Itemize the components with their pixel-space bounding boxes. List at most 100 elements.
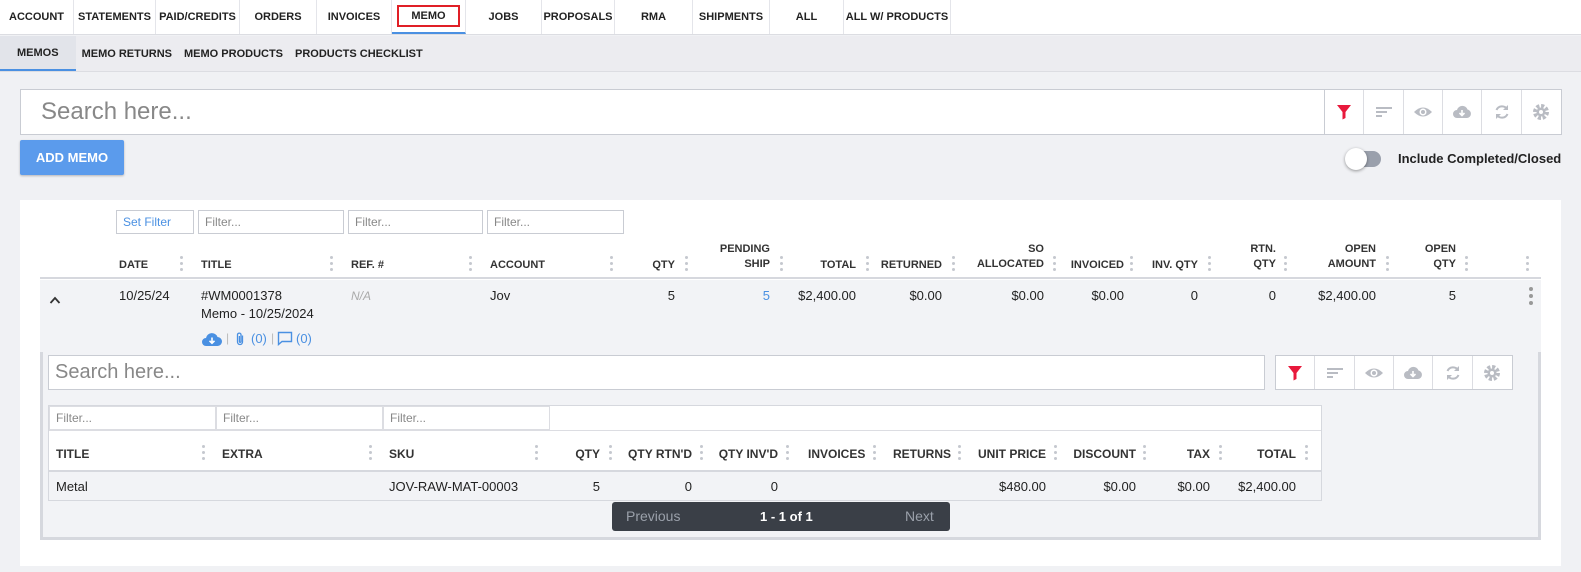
col-open-amount[interactable]: OPEN AMOUNT — [1300, 242, 1376, 272]
nested-refresh-button[interactable] — [1433, 356, 1473, 389]
nested-view-button[interactable] — [1355, 356, 1395, 389]
col-so-allocated[interactable]: SO ALLOCATED — [968, 242, 1044, 272]
col-invoiced[interactable]: INVOICED — [1064, 258, 1124, 273]
comment-icon[interactable] — [277, 331, 293, 346]
column-resize-handle[interactable] — [610, 256, 614, 274]
nested-download-button[interactable] — [1394, 356, 1434, 389]
attachments-count[interactable]: (0) — [251, 331, 267, 346]
nested-col-qty-invd[interactable]: QTY INV'D — [710, 447, 778, 462]
nested-col-qty-rtnd[interactable]: QTY RTN'D — [620, 447, 692, 462]
column-resize-handle[interactable] — [1054, 445, 1058, 463]
nested-col-sku[interactable]: SKU — [389, 447, 414, 462]
col-title[interactable]: TITLE — [201, 258, 232, 273]
settings-button[interactable] — [1522, 90, 1561, 134]
column-resize-handle[interactable] — [369, 445, 373, 463]
nested-col-total[interactable]: TOTAL — [1230, 447, 1296, 462]
ref-filter-input[interactable]: Filter... — [348, 210, 483, 234]
column-resize-handle[interactable] — [469, 256, 473, 274]
view-button[interactable] — [1404, 90, 1444, 134]
refresh-button[interactable] — [1482, 90, 1522, 134]
tab-memo[interactable]: MEMO — [392, 0, 466, 34]
nested-title-filter[interactable]: Filter... — [49, 406, 216, 430]
nested-col-qty[interactable]: QTY — [560, 447, 600, 462]
col-qty[interactable]: QTY — [640, 258, 675, 273]
tab-all-with-products[interactable]: ALL W/ PRODUCTS — [844, 0, 951, 34]
cloud-download-icon[interactable] — [201, 331, 223, 347]
tab-invoices[interactable]: INVOICES — [317, 0, 392, 34]
tab-jobs[interactable]: JOBS — [466, 0, 542, 34]
next-button[interactable]: Next — [905, 508, 934, 524]
col-date[interactable]: DATE — [119, 258, 148, 273]
nested-col-tax[interactable]: TAX — [1160, 447, 1210, 462]
tab-rma[interactable]: RMA — [615, 0, 693, 34]
column-resize-handle[interactable] — [1053, 256, 1057, 274]
download-button[interactable] — [1443, 90, 1483, 134]
subtab-products-checklist[interactable]: PRODUCTS CHECKLIST — [289, 36, 429, 71]
filter-button[interactable] — [1325, 90, 1365, 134]
column-resize-handle[interactable] — [866, 256, 870, 274]
column-resize-handle[interactable] — [1219, 445, 1223, 463]
nested-col-unit-price[interactable]: UNIT PRICE — [966, 447, 1046, 462]
nested-col-title[interactable]: TITLE — [56, 447, 89, 462]
column-resize-handle[interactable] — [535, 445, 539, 463]
col-total[interactable]: TOTAL — [800, 258, 856, 273]
row-menu-button[interactable] — [1529, 287, 1533, 308]
column-resize-handle[interactable] — [1305, 445, 1309, 463]
nested-sort-button[interactable] — [1315, 356, 1355, 389]
column-resize-handle[interactable] — [1465, 256, 1469, 274]
column-resize-handle[interactable] — [685, 256, 689, 274]
column-resize-handle[interactable] — [780, 256, 784, 274]
column-resize-handle[interactable] — [1208, 256, 1212, 274]
column-resize-handle[interactable] — [609, 445, 613, 463]
tab-statements[interactable]: STATEMENTS — [74, 0, 156, 34]
nested-search-input[interactable]: Search here... — [48, 355, 1265, 390]
column-resize-handle[interactable] — [786, 445, 790, 463]
nested-filter-button[interactable] — [1276, 356, 1316, 389]
tab-account[interactable]: ACCOUNT — [0, 0, 74, 34]
column-resize-handle[interactable] — [952, 256, 956, 274]
column-resize-handle[interactable] — [202, 445, 206, 463]
col-account[interactable]: ACCOUNT — [490, 258, 545, 273]
subtab-memo-products[interactable]: MEMO PRODUCTS — [178, 36, 289, 71]
include-completed-toggle[interactable] — [1345, 148, 1381, 170]
col-rtn-qty[interactable]: RTN. QTY — [1236, 242, 1276, 272]
col-inv-qty[interactable]: INV. QTY — [1140, 258, 1198, 273]
set-filter-button[interactable]: Set Filter — [116, 210, 194, 234]
add-memo-button[interactable]: ADD MEMO — [20, 140, 124, 175]
column-resize-handle[interactable] — [1284, 256, 1288, 274]
account-filter-input[interactable]: Filter... — [487, 210, 624, 234]
column-resize-handle[interactable] — [1526, 256, 1530, 274]
nested-extra-filter[interactable]: Filter... — [216, 406, 383, 430]
column-resize-handle[interactable] — [1386, 256, 1390, 274]
col-ref[interactable]: REF. # — [351, 258, 384, 273]
col-open-qty[interactable]: OPEN QTY — [1406, 242, 1456, 272]
tab-shipments[interactable]: SHIPMENTS — [693, 0, 770, 34]
tab-all[interactable]: ALL — [770, 0, 844, 34]
col-returned[interactable]: RETURNED — [876, 258, 942, 273]
nested-col-invoices[interactable]: INVOICES — [808, 447, 865, 462]
nested-col-discount[interactable]: DISCOUNT — [1064, 447, 1136, 462]
nested-sku-filter[interactable]: Filter... — [383, 406, 550, 430]
search-input[interactable]: Search here... — [20, 89, 1325, 135]
row-title-number[interactable]: #WM0001378 — [201, 288, 282, 303]
nested-col-returns[interactable]: RETURNS — [893, 447, 951, 462]
column-resize-handle[interactable] — [330, 256, 334, 274]
chevron-up-icon[interactable] — [49, 295, 61, 305]
column-resize-handle[interactable] — [873, 445, 877, 463]
column-resize-handle[interactable] — [1143, 445, 1147, 463]
subtab-memo-returns[interactable]: MEMO RETURNS — [76, 36, 178, 71]
nested-settings-button[interactable] — [1473, 356, 1512, 389]
row-pending-ship[interactable]: 5 — [712, 288, 770, 303]
tab-orders[interactable]: ORDERS — [240, 0, 317, 34]
subtab-memos[interactable]: MEMOS — [0, 36, 76, 71]
comments-count[interactable]: (0) — [296, 331, 312, 346]
col-pending-ship[interactable]: PENDING SHIP — [712, 242, 770, 272]
sort-button[interactable] — [1364, 90, 1404, 134]
title-filter-input[interactable]: Filter... — [198, 210, 344, 234]
tab-paid-credits[interactable]: PAID/CREDITS — [156, 0, 240, 34]
paperclip-icon[interactable] — [234, 331, 246, 347]
column-resize-handle[interactable] — [180, 256, 184, 274]
nested-col-extra[interactable]: EXTRA — [222, 447, 263, 462]
tab-proposals[interactable]: PROPOSALS — [542, 0, 615, 34]
previous-button[interactable]: Previous — [626, 508, 680, 524]
